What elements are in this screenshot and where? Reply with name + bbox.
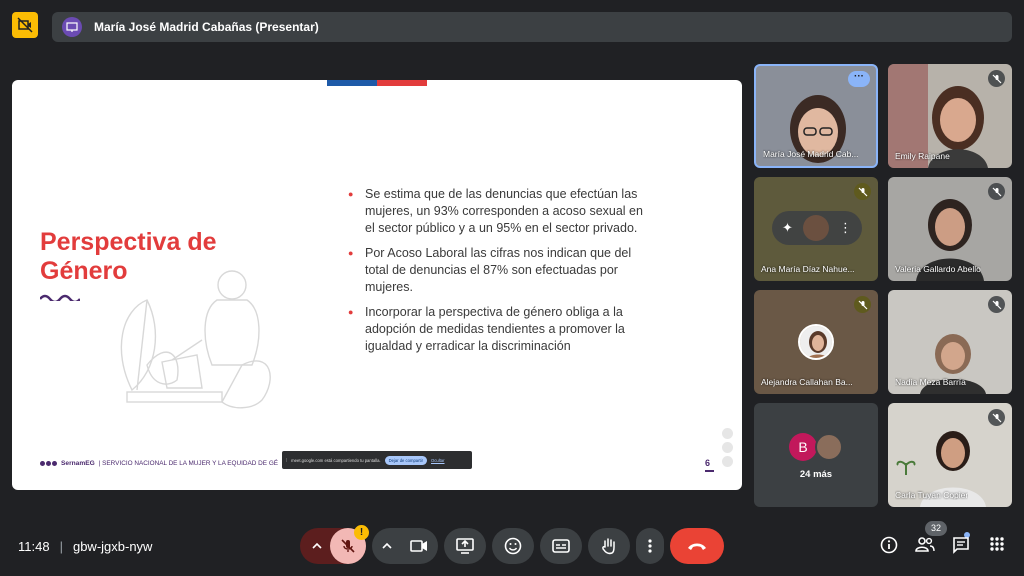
info-icon	[880, 536, 898, 554]
raise-hand-button[interactable]	[588, 528, 630, 564]
participant-name: Carla Tuyan Copier	[895, 490, 969, 500]
mic-off-icon	[988, 296, 1005, 313]
avatar: B	[789, 433, 817, 461]
logo-dots-icon	[40, 461, 57, 466]
meeting-code: gbw-jgxb-nyw	[72, 539, 153, 554]
more-options-icon[interactable]: ⋮	[839, 220, 852, 236]
people-icon	[915, 537, 935, 552]
footer-brand: SernamEG	[61, 460, 95, 467]
activities-button[interactable]	[986, 536, 1008, 552]
chevron-up-icon	[312, 542, 322, 549]
slide-bullets: Se estima que de las denuncias que efect…	[348, 186, 648, 363]
participant-tile[interactable]: Carla Tuyan Copier	[888, 403, 1012, 507]
reactions-button[interactable]	[492, 528, 534, 564]
participant-count-badge: 32	[925, 521, 947, 536]
more-vert-icon	[648, 539, 652, 553]
participant-tile[interactable]: Valeria Gallardo Abello	[888, 177, 1012, 281]
presenter-bar[interactable]: María José Madrid Cabañas (Presentar)	[52, 12, 1012, 42]
avatar	[802, 215, 829, 241]
clock: 11:48	[18, 539, 50, 554]
tile-controls[interactable]: ✦ ⋮	[772, 211, 862, 245]
footer-logo: SernamEG | SERVICIO NACIONAL DE LA MUJER…	[40, 460, 278, 467]
mic-off-icon	[854, 183, 871, 200]
mic-off-icon	[988, 183, 1005, 200]
avatar	[815, 433, 843, 461]
participant-name: Ana María Díaz Nahue...	[761, 264, 855, 274]
captions-button[interactable]	[540, 528, 582, 564]
footer-text: | SERVICIO NACIONAL DE LA MUJER Y LA EQU…	[98, 460, 279, 467]
participant-tile[interactable]: Emily Raipane	[888, 64, 1012, 168]
participant-name: Valeria Gallardo Abello	[895, 264, 981, 274]
participant-name: Emily Raipane	[895, 151, 950, 161]
flag-stripe	[327, 80, 427, 86]
plant-icon	[896, 460, 916, 475]
separator: |	[59, 539, 63, 554]
present-screen-button[interactable]	[444, 528, 486, 564]
warning-badge: !	[354, 525, 369, 540]
hide-link[interactable]: Ocultar	[431, 458, 445, 463]
meeting-info: 11:48 | gbw-jgxb-nyw	[18, 539, 152, 554]
slide-dots-decoration	[722, 428, 733, 467]
camera-group[interactable]	[372, 528, 438, 564]
bullet-item: Por Acoso Laboral las cifras nos indican…	[348, 245, 648, 296]
chat-icon	[953, 537, 969, 554]
hang-up-icon	[688, 543, 706, 550]
participant-name: Nadia Meza Barría	[895, 377, 966, 387]
stop-sharing-button[interactable]: Dejar de compartir	[384, 455, 428, 465]
meeting-details-button[interactable]	[878, 536, 900, 554]
participant-tile[interactable]: ✦ ⋮ Ana María Díaz Nahue...	[754, 177, 878, 281]
more-participants-label: 24 más	[799, 469, 833, 480]
chevron-up-icon[interactable]	[382, 542, 392, 550]
more-options-button[interactable]	[636, 528, 664, 564]
wave-decoration	[40, 294, 80, 301]
presenter-name: María José Madrid Cabañas (Presentar)	[94, 20, 319, 34]
mic-off-icon	[341, 539, 355, 553]
pin-icon[interactable]: ✦	[782, 220, 793, 236]
screen-share-bar: ⁞ meet.google.com está compartiendo tu p…	[282, 451, 472, 469]
participant-tile[interactable]: Nadia Meza Barría	[888, 290, 1012, 394]
no-video-icon[interactable]	[12, 12, 38, 38]
more-options-icon[interactable]: ···	[848, 71, 870, 87]
presentation-icon	[62, 17, 82, 37]
hand-icon	[602, 538, 615, 555]
shared-slide: Perspectiva de Género Se estima que de l…	[12, 80, 742, 490]
present-screen-icon	[456, 538, 474, 554]
people-button[interactable]	[914, 536, 936, 552]
mic-off-icon	[854, 296, 871, 313]
camera-icon[interactable]	[410, 539, 428, 553]
more-participants-tile[interactable]: B 24 más	[754, 403, 878, 507]
share-notice: meet.google.com está compartiendo tu pan…	[291, 457, 381, 463]
apps-grid-icon	[990, 537, 1004, 551]
page-number: 6	[705, 458, 714, 472]
illustration-woman-icon	[120, 270, 271, 409]
chat-button[interactable]	[950, 536, 972, 554]
participant-tile[interactable]: ··· María José Madrid Cab...	[754, 64, 878, 168]
participant-tile[interactable]: Alejandra Callahan Ba...	[754, 290, 878, 394]
mic-off-icon	[988, 70, 1005, 87]
bullet-item: Se estima que de las denuncias que efect…	[348, 186, 648, 237]
captions-icon	[552, 539, 570, 553]
participant-name: María José Madrid Cab...	[763, 149, 859, 159]
mic-off-icon	[988, 409, 1005, 426]
emoji-icon	[504, 537, 522, 555]
avatar	[798, 324, 834, 360]
share-handle-icon: ⁞	[286, 457, 288, 463]
participant-name: Alejandra Callahan Ba...	[761, 377, 853, 387]
leave-call-button[interactable]	[670, 528, 724, 564]
bullet-item: Incorporar la perspectiva de género obli…	[348, 304, 648, 355]
